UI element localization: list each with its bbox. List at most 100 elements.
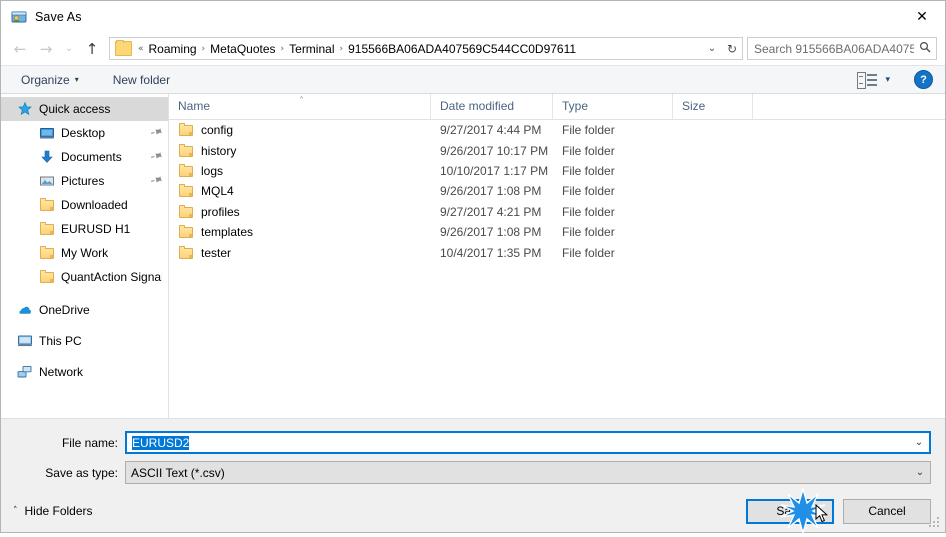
address-bar[interactable]: « Roaming › MetaQuotes › Terminal › 9155… xyxy=(109,37,743,60)
column-header-size[interactable]: Size xyxy=(673,94,753,119)
save-as-type-label: Save as type: xyxy=(45,465,118,480)
table-row[interactable]: profiles 9/27/2017 4:21 PM File folder xyxy=(169,202,945,222)
table-row[interactable]: tester 10/4/2017 1:35 PM File folder xyxy=(169,242,945,262)
search-box[interactable]: Search 915566BA06ADA40756... xyxy=(747,37,937,60)
breadcrumb-separator[interactable]: › xyxy=(200,44,208,54)
toolbar-right-group: ▾ ? xyxy=(857,70,945,89)
breadcrumb-item-roaming[interactable]: Roaming xyxy=(146,42,200,56)
sidebar-item-pictures[interactable]: Pictures xyxy=(1,169,168,193)
column-header-date-modified[interactable]: Date modified xyxy=(431,94,553,119)
file-date-cell: 9/26/2017 1:08 PM xyxy=(440,225,542,240)
sidebar-item-downloaded[interactable]: Downloaded xyxy=(1,193,168,217)
column-header-name[interactable]: Name ˄ xyxy=(169,94,431,119)
file-name-label: history xyxy=(201,143,237,158)
sidebar-item-network[interactable]: Network xyxy=(1,360,168,384)
breadcrumb-item-terminal-id[interactable]: 915566BA06ADA407569C544CC0D97611 xyxy=(345,42,579,56)
file-name-label: templates xyxy=(201,225,254,240)
save-as-type-select[interactable]: ASCII Text (*.csv) ⌄ xyxy=(125,461,931,484)
file-name-label: profiles xyxy=(201,204,240,219)
file-rows: config 9/27/2017 4:44 PM File folder his… xyxy=(169,120,945,418)
sidebar-item-label: Documents xyxy=(61,150,122,164)
sidebar-item-quantaction-signal[interactable]: QuantAction Signal xyxy=(1,265,168,289)
table-row[interactable]: history 9/26/2017 10:17 PM File folder xyxy=(169,140,945,160)
chevron-down-icon: ▾ xyxy=(74,75,79,84)
new-folder-button[interactable]: New folder xyxy=(107,73,176,87)
refresh-icon[interactable]: ↻ xyxy=(722,42,742,56)
view-layout-icon[interactable] xyxy=(857,72,878,89)
sidebar-item-my-work[interactable]: My Work xyxy=(1,241,168,265)
onedrive-icon xyxy=(17,302,33,318)
sidebar-item-label: My Work xyxy=(61,246,109,260)
command-toolbar: Organize ▾ New folder ▾ ? xyxy=(1,65,945,94)
organize-label: Organize xyxy=(21,72,70,87)
breadcrumb: « Roaming › MetaQuotes › Terminal › 9155… xyxy=(136,42,702,56)
breadcrumb-item-metaquotes[interactable]: MetaQuotes xyxy=(207,42,278,56)
hide-folders-button[interactable]: ˄ Hide Folders xyxy=(13,504,93,518)
up-button[interactable]: ↑ xyxy=(79,37,105,61)
close-icon[interactable]: ✕ xyxy=(899,1,945,32)
sidebar-item-this-pc[interactable]: This PC xyxy=(1,329,168,353)
file-name-input[interactable]: EURUSD2 ⌄ xyxy=(125,431,931,454)
sort-ascending-icon: ˄ xyxy=(299,96,304,107)
file-date-cell: 9/27/2017 4:21 PM xyxy=(440,204,542,219)
sidebar-item-label: Desktop xyxy=(61,126,106,140)
table-row[interactable]: MQL4 9/26/2017 1:08 PM File folder xyxy=(169,181,945,201)
file-date-cell: 9/26/2017 10:17 PM xyxy=(440,143,549,158)
pin-icon[interactable] xyxy=(148,172,165,190)
folder-icon xyxy=(178,143,194,159)
file-name-label: tester xyxy=(201,245,232,260)
sidebar-item-documents[interactable]: Documents xyxy=(1,145,168,169)
chevron-up-icon: ˄ xyxy=(13,506,18,516)
star-icon xyxy=(17,101,33,117)
chevron-down-icon[interactable]: ⌄ xyxy=(909,437,929,448)
save-button[interactable]: Save xyxy=(746,498,834,524)
file-type-cell: File folder xyxy=(562,225,615,240)
folder-icon xyxy=(178,224,194,240)
recent-locations-button[interactable]: ⌄ xyxy=(59,37,79,61)
chevron-down-icon[interactable]: ▾ xyxy=(885,75,890,85)
folder-icon xyxy=(178,163,194,179)
table-row[interactable]: templates 9/26/2017 1:08 PM File folder xyxy=(169,222,945,242)
file-list-pane: Name ˄ Date modified Type Size config 9/… xyxy=(169,94,945,418)
table-row[interactable]: config 9/27/2017 4:44 PM File folder xyxy=(169,120,945,140)
navigation-bar: ← → ⌄ ↑ « Roaming › MetaQuotes › Termina… xyxy=(1,32,945,65)
breadcrumb-separator[interactable]: › xyxy=(279,44,287,54)
search-input[interactable]: Search 915566BA06ADA40756... xyxy=(748,42,914,56)
sidebar-item-label: QuantAction Signal xyxy=(61,270,162,284)
sidebar-item-quick-access[interactable]: Quick access xyxy=(1,97,168,121)
sidebar-item-eurusd-h1[interactable]: EURUSD H1 xyxy=(1,217,168,241)
file-date-cell: 10/10/2017 1:17 PM xyxy=(440,163,549,178)
file-name-cell: profiles xyxy=(169,204,431,220)
file-name-value[interactable]: EURUSD2 xyxy=(127,435,909,450)
help-button[interactable]: ? xyxy=(914,70,933,89)
folder-icon xyxy=(39,221,55,237)
window-title: Save As xyxy=(35,9,82,24)
network-icon xyxy=(17,364,33,380)
back-button[interactable]: ← xyxy=(7,37,33,61)
sidebar-item-label: Network xyxy=(39,365,84,379)
pictures-icon xyxy=(39,173,55,189)
chevron-down-icon[interactable]: ⌄ xyxy=(702,43,722,54)
file-name-label: File name: xyxy=(61,435,118,450)
column-header-type[interactable]: Type xyxy=(553,94,673,119)
sidebar-item-label: EURUSD H1 xyxy=(61,222,131,236)
pin-icon[interactable] xyxy=(148,148,165,166)
resize-grip[interactable] xyxy=(929,517,941,529)
breadcrumb-item-terminal[interactable]: Terminal xyxy=(286,42,337,56)
save-type-row: Save as type: ASCII Text (*.csv) ⌄ xyxy=(1,460,945,485)
forward-button[interactable]: → xyxy=(33,37,59,61)
save-as-dialog: Save As ✕ ← → ⌄ ↑ « Roaming › MetaQuotes… xyxy=(0,0,946,536)
sidebar-item-label: This PC xyxy=(39,334,82,348)
pin-icon[interactable] xyxy=(148,124,165,142)
organize-button[interactable]: Organize ▾ xyxy=(15,73,85,87)
folder-icon xyxy=(39,197,55,213)
breadcrumb-separator[interactable]: › xyxy=(338,44,346,54)
table-row[interactable]: logs 10/10/2017 1:17 PM File folder xyxy=(169,161,945,181)
breadcrumb-prefix[interactable]: « xyxy=(136,44,146,54)
cancel-button[interactable]: Cancel xyxy=(843,498,931,524)
sidebar-item-label: Pictures xyxy=(61,174,105,188)
sidebar-item-onedrive[interactable]: OneDrive xyxy=(1,298,168,322)
chevron-down-icon[interactable]: ⌄ xyxy=(910,467,930,478)
file-name-cell: history xyxy=(169,143,431,159)
sidebar-item-desktop[interactable]: Desktop xyxy=(1,121,168,145)
